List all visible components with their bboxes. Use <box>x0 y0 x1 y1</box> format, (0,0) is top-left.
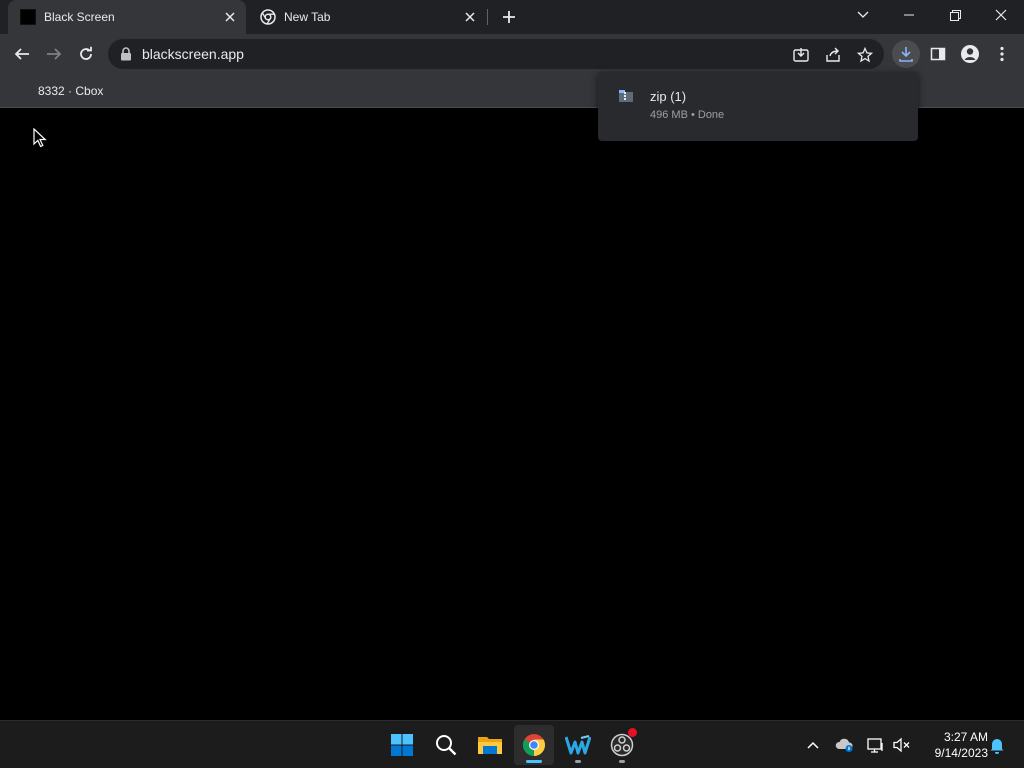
arrow-left-icon <box>14 48 29 60</box>
chrome-icon <box>523 734 545 756</box>
taskbar: 3:27 AM 9/14/2023 <box>0 720 1024 768</box>
tab-new-tab[interactable]: New Tab <box>248 0 486 34</box>
show-hidden-icons-button[interactable] <box>803 735 823 755</box>
system-clock[interactable]: 3:27 AM 9/14/2023 <box>916 729 988 761</box>
w-app-button[interactable] <box>558 725 598 765</box>
restore-icon <box>949 9 961 21</box>
close-icon <box>995 9 1007 21</box>
minimize-icon <box>904 14 914 16</box>
restore-button[interactable] <box>932 0 978 30</box>
close-icon[interactable] <box>220 7 240 27</box>
reload-button[interactable] <box>72 40 100 68</box>
chrome-icon <box>260 9 276 25</box>
reload-icon <box>80 46 92 60</box>
black-square-icon <box>20 9 36 25</box>
install-app-icon[interactable] <box>792 46 810 64</box>
clock-date: 9/14/2023 <box>934 746 988 760</box>
windows-logo-icon <box>391 734 413 756</box>
obs-button[interactable] <box>602 725 642 765</box>
avatar-icon <box>961 45 979 63</box>
url-text[interactable]: blackscreen.app <box>142 46 244 62</box>
arrow-right-icon <box>47 48 62 60</box>
file-explorer-button[interactable] <box>470 725 510 765</box>
side-panel-button[interactable] <box>924 40 952 68</box>
back-button[interactable] <box>8 40 36 68</box>
recording-badge <box>628 728 637 737</box>
kebab-menu-icon <box>1000 46 1004 62</box>
tab-title: New Tab <box>284 10 331 24</box>
w-app-icon <box>565 735 591 755</box>
bookmark-item[interactable]: 8332 · Cbox <box>30 82 111 100</box>
side-panel-icon <box>930 47 946 61</box>
close-icon[interactable] <box>460 7 480 27</box>
active-indicator <box>526 760 542 763</box>
network-icon[interactable] <box>866 735 886 755</box>
mouse-cursor-icon <box>33 128 47 148</box>
address-bar[interactable]: blackscreen.app <box>108 39 884 69</box>
plus-icon <box>503 11 515 23</box>
star-icon[interactable] <box>856 46 874 64</box>
download-item[interactable]: zip (1) 496 MB • Done <box>598 72 918 141</box>
chrome-taskbar-button[interactable] <box>514 725 554 765</box>
download-bubble: zip (1) 496 MB • Done <box>598 72 918 141</box>
page-content[interactable] <box>0 109 1024 720</box>
volume-muted-icon[interactable] <box>892 735 912 755</box>
notification-bell-icon[interactable] <box>987 735 1007 755</box>
tab-strip: Black Screen New Tab <box>0 0 1024 34</box>
folder-icon <box>478 737 502 754</box>
download-filename: zip (1) <box>650 89 687 104</box>
menu-button[interactable] <box>988 40 1016 68</box>
lock-icon[interactable] <box>120 47 132 61</box>
tab-title: Black Screen <box>44 10 115 24</box>
tab-separator <box>487 9 488 25</box>
profile-button[interactable] <box>956 40 984 68</box>
new-tab-button[interactable] <box>498 6 520 28</box>
download-icon <box>899 47 913 62</box>
tab-search-button[interactable] <box>840 0 886 30</box>
minimize-button[interactable] <box>886 0 932 30</box>
browser-toolbar: blackscreen.app <box>0 34 1024 74</box>
zip-file-icon <box>619 90 633 102</box>
downloads-button[interactable] <box>892 40 920 68</box>
close-window-button[interactable] <box>978 0 1024 30</box>
download-status: 496 MB • Done <box>650 109 725 121</box>
running-indicator <box>575 760 581 763</box>
start-button[interactable] <box>382 725 422 765</box>
running-indicator <box>619 760 625 763</box>
search-icon <box>436 735 457 756</box>
share-icon[interactable] <box>824 46 842 64</box>
chevron-down-icon <box>857 11 869 18</box>
chevron-up-icon <box>807 741 819 749</box>
forward-button[interactable] <box>40 40 68 68</box>
onedrive-icon[interactable] <box>835 735 855 755</box>
tab-black-screen[interactable]: Black Screen <box>8 0 246 34</box>
clock-time: 3:27 AM <box>943 730 988 744</box>
search-button[interactable] <box>426 725 466 765</box>
